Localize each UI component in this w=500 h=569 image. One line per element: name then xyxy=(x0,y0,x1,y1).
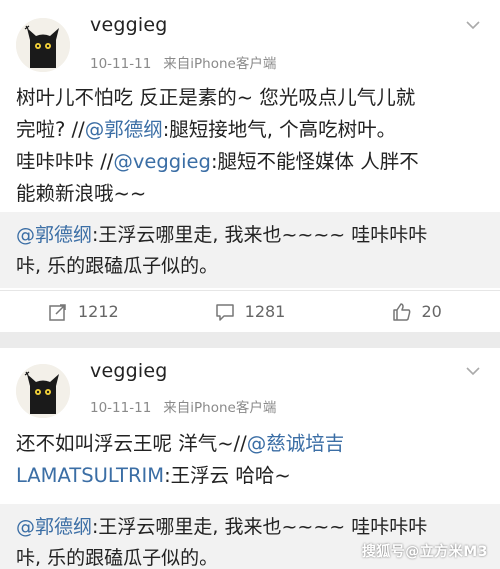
quoted-post[interactable]: @郭德纲:王浮云哪里走, 我来也~~~~ 哇咔咔咔 咔, 乐的跟磕瓜子似的。 xyxy=(0,212,500,288)
post-meta: 10-11-11 来自iPhone客户端 xyxy=(90,396,276,416)
chevron-down-icon[interactable] xyxy=(464,362,482,380)
post-source: 来自iPhone客户端 xyxy=(163,56,277,72)
mention-link[interactable]: LAMATSULTRIM xyxy=(16,464,164,487)
thumbs-up-icon xyxy=(392,302,410,321)
post-date: 10-11-11 xyxy=(90,400,152,416)
post-body: 树叶儿不怕吃 反正是素的~ 您光吸点儿气儿就 完啦? //@郭德纲:腿短接地气,… xyxy=(16,82,486,210)
weibo-post: veggieg 10-11-11 来自iPhone客户端 树叶儿不怕吃 反正是素的… xyxy=(0,0,500,332)
mention-link[interactable]: @慈诚培吉 xyxy=(247,432,345,455)
avatar[interactable] xyxy=(16,18,70,72)
repost-button[interactable]: 1212 xyxy=(0,291,167,332)
mention-link[interactable]: @veggieg xyxy=(113,150,211,173)
body-line: 完啦? //@郭德纲:腿短接地气, 个高吃树叶。 xyxy=(16,118,397,141)
action-bar: 1212 1281 20 xyxy=(0,290,500,332)
username[interactable]: veggieg xyxy=(90,360,167,382)
quote-author-link[interactable]: @郭德纲 xyxy=(16,516,92,538)
quote-line: 咔, 乐的跟磕瓜子似的。 xyxy=(16,255,219,277)
body-line: 树叶儿不怕吃 反正是素的~ 您光吸点儿气儿就 xyxy=(16,86,416,109)
watermark: 搜狐号@立方米M3 xyxy=(361,544,488,560)
post-body: 还不如叫浮云王呢 洋气~//@慈诚培吉 LAMATSULTRIM:王浮云 哈哈~ xyxy=(16,428,486,492)
quote-line: @郭德纲:王浮云哪里走, 我来也~~~~ 哇咔咔咔 xyxy=(16,516,428,538)
quote-line: @郭德纲:王浮云哪里走, 我来也~~~~ 哇咔咔咔 xyxy=(16,224,428,246)
black-cat-avatar-icon xyxy=(16,364,70,418)
repost-icon xyxy=(49,303,66,321)
weibo-post: veggieg 10-11-11 来自iPhone客户端 还不如叫浮云王呢 洋气~… xyxy=(0,348,500,569)
black-cat-avatar-icon xyxy=(16,18,70,72)
body-line: 能赖新浪哦~~ xyxy=(16,182,147,205)
like-button[interactable]: 20 xyxy=(333,291,500,332)
quote-author-link[interactable]: @郭德纲 xyxy=(16,224,92,246)
body-line: LAMATSULTRIM:王浮云 哈哈~ xyxy=(16,464,291,487)
mention-link[interactable]: @郭德纲 xyxy=(85,118,163,141)
username[interactable]: veggieg xyxy=(90,14,167,36)
post-date: 10-11-11 xyxy=(90,56,152,72)
chevron-down-icon[interactable] xyxy=(464,16,482,34)
repost-count: 1212 xyxy=(77,302,119,321)
post-meta: 10-11-11 来自iPhone客户端 xyxy=(90,52,276,72)
comment-count: 1281 xyxy=(244,302,286,321)
post-source: 来自iPhone客户端 xyxy=(163,400,277,416)
body-line: 还不如叫浮云王呢 洋气~//@慈诚培吉 xyxy=(16,432,345,455)
comment-button[interactable]: 1281 xyxy=(167,291,334,332)
like-count: 20 xyxy=(421,302,442,321)
body-line: 哇咔咔咔 //@veggieg:腿短不能怪媒体 人胖不 xyxy=(16,150,419,173)
comment-icon xyxy=(215,303,234,321)
avatar[interactable] xyxy=(16,364,70,418)
